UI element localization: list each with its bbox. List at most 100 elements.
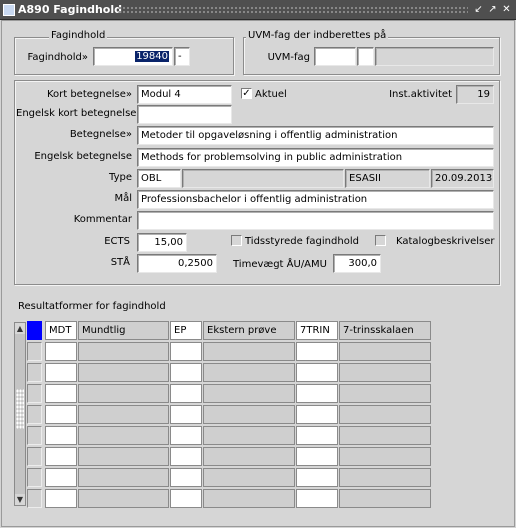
resultatform-name-cell (78, 384, 169, 403)
fagindhold-suffix-field[interactable]: - (174, 47, 190, 66)
row-selector[interactable] (27, 363, 42, 382)
fagindhold-group-label: Fagindhold (49, 30, 108, 41)
uvm-fag-input-2[interactable] (357, 47, 374, 66)
bedoemmelse-code-cell[interactable] (170, 468, 202, 487)
skala-name-cell (339, 489, 431, 508)
bedoemmelse-code-cell[interactable] (170, 405, 202, 424)
skala-code-cell[interactable] (296, 468, 338, 487)
resultatform-name-cell (78, 447, 169, 466)
skala-code-cell[interactable] (296, 489, 338, 508)
resultatform-name-cell (78, 363, 169, 382)
skala-name-cell (339, 384, 431, 403)
bedoemmelse-name-cell (203, 342, 295, 361)
title-bar[interactable]: A890 Fagindhold ↙ ↗ ✕ (0, 0, 516, 20)
fagindhold-label: Fagindhold» (27, 52, 88, 63)
scroll-up-icon[interactable]: ▲ (15, 323, 25, 334)
row-selector[interactable] (27, 468, 42, 487)
aktuel-checkbox[interactable]: ✓ (241, 88, 252, 99)
inst-aktivitet-label: Inst.aktivitet (389, 89, 452, 100)
skala-code-cell[interactable] (296, 363, 338, 382)
row-selector[interactable] (27, 342, 42, 361)
resultatform-code-cell[interactable] (45, 447, 77, 466)
close-icon[interactable]: ✕ (500, 3, 513, 16)
restore-icon[interactable]: ↙ (472, 3, 485, 16)
type-description (182, 169, 344, 188)
aktuel-label: Aktuel (255, 89, 287, 100)
row-selector[interactable] (27, 405, 42, 424)
skala-code-cell[interactable] (296, 405, 338, 424)
resultatform-code-cell[interactable] (45, 384, 77, 403)
skala-name-cell (339, 447, 431, 466)
skala-code-cell[interactable] (296, 342, 338, 361)
app-icon (3, 4, 15, 16)
betegnelse-label: Betegnelse» (69, 129, 132, 140)
skala-name-cell (339, 342, 431, 361)
tidsstyrede-checkbox[interactable] (231, 235, 242, 246)
resultatform-name-cell (78, 468, 169, 487)
uvm-fag-input[interactable] (314, 47, 356, 66)
resultatform-name-cell: Mundtlig (78, 321, 169, 340)
type-date: 20.09.2013 (431, 169, 494, 188)
resultatform-code-cell[interactable] (45, 489, 77, 508)
sta-label: STÅ (110, 257, 130, 268)
katalog-label: Katalogbeskrivelser (396, 236, 495, 247)
resultatformer-label: Resultatformer for fagindhold (18, 301, 166, 312)
sta-input[interactable]: 0,2500 (137, 254, 217, 273)
tidsstyrede-label: Tidsstyrede fagindhold (245, 236, 359, 247)
uvm-fag-label: UVM-fag (267, 52, 310, 63)
kommentar-input[interactable] (137, 211, 494, 230)
bedoemmelse-name-cell: Ekstern prøve (203, 321, 295, 340)
scroll-down-icon[interactable]: ▼ (15, 494, 25, 505)
kort-betegnelse-input[interactable]: Modul 4 (137, 85, 232, 104)
row-selector[interactable] (27, 384, 42, 403)
engelsk-kort-betegnelse-input[interactable] (137, 105, 232, 124)
ects-label: ECTS (104, 236, 130, 247)
bedoemmelse-code-cell[interactable] (170, 342, 202, 361)
row-selector[interactable] (27, 489, 42, 508)
bedoemmelse-name-cell (203, 468, 295, 487)
skala-name-cell (339, 405, 431, 424)
row-selector[interactable] (27, 321, 42, 340)
bedoemmelse-code-cell[interactable] (170, 426, 202, 445)
type-input[interactable]: OBL (137, 169, 181, 188)
skala-code-cell[interactable] (296, 447, 338, 466)
fagindhold-input[interactable]: 19840 (93, 47, 173, 66)
kommentar-label: Kommentar (73, 214, 132, 225)
timevaegt-input[interactable]: 300,0 (333, 254, 381, 273)
betegnelse-input[interactable]: Metoder til opgaveløsning i offentlig ad… (137, 126, 494, 145)
resultatform-code-cell[interactable]: MDT (45, 321, 77, 340)
resultatform-code-cell[interactable] (45, 426, 77, 445)
resultatform-code-cell[interactable] (45, 405, 77, 424)
resultatform-code-cell[interactable] (45, 363, 77, 382)
bedoemmelse-name-cell (203, 363, 295, 382)
ects-input[interactable]: 15,00 (137, 233, 187, 252)
engelsk-betegnelse-input[interactable]: Methods for problemsolving in public adm… (137, 148, 494, 167)
bedoemmelse-code-cell[interactable] (170, 363, 202, 382)
timevaegt-label: Timevægt ÅU/AMU (233, 259, 327, 270)
bedoemmelse-code-cell[interactable] (170, 384, 202, 403)
bedoemmelse-code-cell[interactable] (170, 489, 202, 508)
bedoemmelse-name-cell (203, 489, 295, 508)
window-title: A890 Fagindhold (18, 3, 122, 16)
bedoemmelse-code-cell[interactable]: EP (170, 321, 202, 340)
row-selector[interactable] (27, 447, 42, 466)
maal-input[interactable]: Professionsbachelor i offentlig administ… (137, 190, 494, 209)
bedoemmelse-name-cell (203, 405, 295, 424)
skala-code-cell[interactable] (296, 384, 338, 403)
skala-name-cell (339, 426, 431, 445)
resultatform-code-cell[interactable] (45, 342, 77, 361)
bedoemmelse-code-cell[interactable] (170, 447, 202, 466)
engelsk-betegnelse-label: Engelsk betegnelse (34, 151, 132, 162)
scroll-thumb[interactable] (16, 389, 24, 429)
type-label: Type (109, 172, 132, 183)
bedoemmelse-name-cell (203, 384, 295, 403)
maximize-icon[interactable]: ↗ (486, 3, 499, 16)
skala-code-cell[interactable]: 7TRIN (296, 321, 338, 340)
katalog-checkbox[interactable] (375, 235, 386, 246)
vertical-scrollbar[interactable]: ▲ ▼ (14, 322, 26, 506)
row-selector[interactable] (27, 426, 42, 445)
skala-code-cell[interactable] (296, 426, 338, 445)
resultatform-code-cell[interactable] (45, 468, 77, 487)
skala-name-cell (339, 363, 431, 382)
bedoemmelse-name-cell (203, 426, 295, 445)
